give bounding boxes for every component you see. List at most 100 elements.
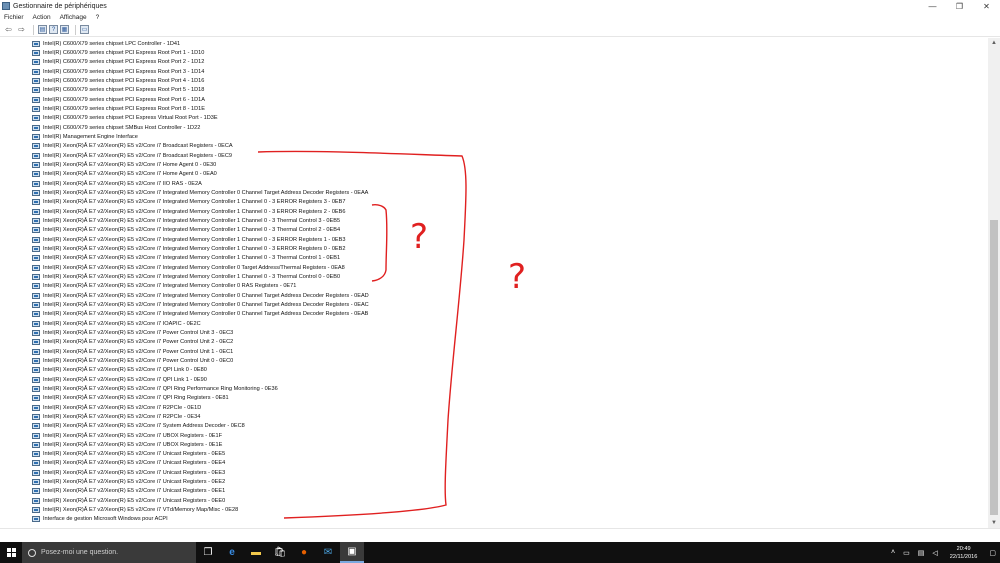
notifications-icon[interactable]: ▢ xyxy=(989,549,996,557)
device-row[interactable]: Intel(R) Xeon(R)Â E7 v2/Xeon(R) E5 v2/Co… xyxy=(32,487,225,496)
device-row[interactable]: Intel(R) Xeon(R)Â E7 v2/Xeon(R) E5 v2/Co… xyxy=(32,375,207,384)
system-tray: ˄ ▭ ▤ ◁ 20:49 22/11/2016 ▢ xyxy=(887,542,1000,563)
device-row[interactable]: Intel(R) Xeon(R)Â E7 v2/Xeon(R) E5 v2/Co… xyxy=(32,356,233,365)
minimize-button[interactable]: — xyxy=(919,0,946,12)
device-row[interactable]: Intel(R) Xeon(R)Â E7 v2/Xeon(R) E5 v2/Co… xyxy=(32,300,369,309)
device-row[interactable]: Intel(R) Xeon(R)Â E7 v2/Xeon(R) E5 v2/Co… xyxy=(32,160,216,169)
device-row[interactable]: Intel(R) C600/X79 series chipset PCI Exp… xyxy=(32,67,204,76)
device-row[interactable]: Intel(R) Xeon(R)Â E7 v2/Xeon(R) E5 v2/Co… xyxy=(32,347,233,356)
clock[interactable]: 20:49 22/11/2016 xyxy=(950,545,978,561)
device-label: Intel(R) Xeon(R)Â E7 v2/Xeon(R) E5 v2/Co… xyxy=(43,161,217,168)
help-icon[interactable]: ? xyxy=(49,25,58,34)
mail-icon[interactable]: ✉ xyxy=(316,542,340,563)
system-device-icon xyxy=(32,105,40,112)
vertical-scrollbar[interactable]: ▲ ▼ xyxy=(988,38,1000,528)
firefox-icon[interactable]: ● xyxy=(292,542,316,563)
device-row[interactable]: Intel(R) Xeon(R)Â E7 v2/Xeon(R) E5 v2/Co… xyxy=(32,291,369,300)
system-device-icon xyxy=(32,479,40,486)
device-row[interactable]: Intel(R) Xeon(R)Â E7 v2/Xeon(R) E5 v2/Co… xyxy=(32,226,340,235)
device-row[interactable]: Intel(R) Xeon(R)Â E7 v2/Xeon(R) E5 v2/Co… xyxy=(32,496,225,505)
device-label: Intel(R) Xeon(R)Â E7 v2/Xeon(R) E5 v2/Co… xyxy=(43,497,226,504)
menu-help[interactable]: ? xyxy=(96,14,100,21)
system-device-icon xyxy=(32,357,40,364)
device-row[interactable]: Intel(R) Xeon(R)Â E7 v2/Xeon(R) E5 v2/Co… xyxy=(32,282,296,291)
device-row[interactable]: Intel(R) C600/X79 series chipset PCI Exp… xyxy=(32,58,204,67)
back-arrow-icon[interactable]: ⇦ xyxy=(3,25,14,35)
device-row[interactable]: Intel(R) C600/X79 series chipset PCI Exp… xyxy=(32,48,204,57)
device-row[interactable]: Intel(R) C600/X79 series chipset PCI Exp… xyxy=(32,114,218,123)
menu-affichage[interactable]: Affichage xyxy=(60,14,87,21)
device-row[interactable]: Intel(R) Xeon(R)Â E7 v2/Xeon(R) E5 v2/Co… xyxy=(32,188,368,197)
task-view-icon[interactable]: ❐ xyxy=(196,542,220,563)
device-manager-icon xyxy=(2,2,10,10)
device-row[interactable]: Intel(R) Xeon(R)Â E7 v2/Xeon(R) E5 v2/Co… xyxy=(32,170,217,179)
device-row[interactable]: Intel(R) Xeon(R)Â E7 v2/Xeon(R) E5 v2/Co… xyxy=(32,459,225,468)
forward-arrow-icon[interactable]: ⇨ xyxy=(16,25,27,35)
device-row[interactable]: Intel(R) Xeon(R)Â E7 v2/Xeon(R) E5 v2/Co… xyxy=(32,394,229,403)
device-row[interactable]: Intel(R) Xeon(R)Â E7 v2/Xeon(R) E5 v2/Co… xyxy=(32,263,345,272)
network-icon[interactable]: ▤ xyxy=(918,549,925,557)
device-label: Intel(R) Xeon(R)Â E7 v2/Xeon(R) E5 v2/Co… xyxy=(43,245,346,252)
device-row[interactable]: Intel(R) Xeon(R)Â E7 v2/Xeon(R) E5 v2/Co… xyxy=(32,216,340,225)
clock-date: 22/11/2016 xyxy=(949,553,978,560)
menu-fichier[interactable]: Fichier xyxy=(4,14,24,21)
menu-action[interactable]: Action xyxy=(33,14,51,21)
device-row[interactable]: Intel(R) Xeon(R)Â E7 v2/Xeon(R) E5 v2/Co… xyxy=(32,468,225,477)
device-row[interactable]: Intel(R) Xeon(R)Â E7 v2/Xeon(R) E5 v2/Co… xyxy=(32,440,222,449)
maximize-button[interactable]: ❐ xyxy=(946,0,973,12)
device-row[interactable]: Intel(R) Xeon(R)Â E7 v2/Xeon(R) E5 v2/Co… xyxy=(32,319,201,328)
device-row[interactable]: Intel(R) Xeon(R)Â E7 v2/Xeon(R) E5 v2/Co… xyxy=(32,244,346,253)
device-row[interactable]: Intel(R) Xeon(R)Â E7 v2/Xeon(R) E5 v2/Co… xyxy=(32,338,233,347)
device-row[interactable]: Intel(R) Xeon(R)Â E7 v2/Xeon(R) E5 v2/Co… xyxy=(32,310,368,319)
device-row[interactable]: Intel(R) Xeon(R)Â E7 v2/Xeon(R) E5 v2/Co… xyxy=(32,235,346,244)
device-row[interactable]: Intel(R) C600/X79 series chipset PCI Exp… xyxy=(32,86,204,95)
system-device-icon xyxy=(32,96,40,103)
device-label: Intel(R) Xeon(R)Â E7 v2/Xeon(R) E5 v2/Co… xyxy=(43,423,245,430)
device-row[interactable]: Intel(R) Xeon(R)Â E7 v2/Xeon(R) E5 v2/Co… xyxy=(32,151,232,160)
scroll-down-icon[interactable]: ▼ xyxy=(988,518,1000,528)
device-row[interactable]: Intel(R) Xeon(R)Â E7 v2/Xeon(R) E5 v2/Co… xyxy=(32,272,340,281)
device-label: Intel(R) C600/X79 series chipset PCI Exp… xyxy=(43,68,205,75)
device-row[interactable]: Intel(R) Xeon(R)Â E7 v2/Xeon(R) E5 v2/Co… xyxy=(32,207,346,216)
device-row[interactable]: Intel(R) Xeon(R)Â E7 v2/Xeon(R) E5 v2/Co… xyxy=(32,506,238,515)
device-row[interactable]: Intel(R) Xeon(R)Â E7 v2/Xeon(R) E5 v2/Co… xyxy=(32,403,201,412)
device-row[interactable]: Intel(R) C600/X79 series chipset PCI Exp… xyxy=(32,76,204,85)
close-button[interactable]: ✕ xyxy=(973,0,1000,12)
device-row[interactable]: Intel(R) Xeon(R)Â E7 v2/Xeon(R) E5 v2/Co… xyxy=(32,328,233,337)
device-row[interactable]: Intel(R) Xeon(R)Â E7 v2/Xeon(R) E5 v2/Co… xyxy=(32,412,200,421)
device-row[interactable]: Interface de gestion Microsoft Windows p… xyxy=(32,515,168,524)
properties-icon[interactable]: ▤ xyxy=(38,25,47,34)
device-row[interactable]: Intel(R) Xeon(R)Â E7 v2/Xeon(R) E5 v2/Co… xyxy=(32,254,340,263)
device-row[interactable]: Intel(R) Xeon(R)Â E7 v2/Xeon(R) E5 v2/Co… xyxy=(32,384,278,393)
device-row[interactable]: Intel(R) Management Engine Interface xyxy=(32,132,138,141)
device-row[interactable]: Intel(R) Xeon(R)Â E7 v2/Xeon(R) E5 v2/Co… xyxy=(32,422,245,431)
device-row[interactable]: Intel(R) C600/X79 series chipset PCI Exp… xyxy=(32,104,205,113)
update-driver-icon[interactable]: ▦ xyxy=(60,25,69,34)
device-row[interactable]: Intel(R) Xeon(R)Â E7 v2/Xeon(R) E5 v2/Co… xyxy=(32,366,207,375)
system-device-icon xyxy=(32,49,40,56)
power-icon[interactable]: ▭ xyxy=(903,549,910,557)
system-device-icon xyxy=(32,124,40,131)
edge-browser-icon[interactable]: e xyxy=(220,542,244,563)
device-row[interactable]: Intel(R) Xeon(R)Â E7 v2/Xeon(R) E5 v2/Co… xyxy=(32,431,222,440)
device-row[interactable]: Intel(R) C600/X79 series chipset PCI Exp… xyxy=(32,95,205,104)
device-row[interactable]: Intel(R) Xeon(R)Â E7 v2/Xeon(R) E5 v2/Co… xyxy=(32,142,233,151)
device-manager-taskbar-icon[interactable]: ▣ xyxy=(340,542,364,563)
device-row[interactable]: Intel(R) Xeon(R)Â E7 v2/Xeon(R) E5 v2/Co… xyxy=(32,179,202,188)
device-row[interactable]: Intel(R) Xeon(R)Â E7 v2/Xeon(R) E5 v2/Co… xyxy=(32,198,346,207)
device-row[interactable]: Intel(R) C600/X79 series chipset SMBus H… xyxy=(32,123,200,132)
device-row[interactable]: Intel(R) Xeon(R)Â E7 v2/Xeon(R) E5 v2/Co… xyxy=(32,478,225,487)
device-row[interactable]: Intel(R) Xeon(R)Â E7 v2/Xeon(R) E5 v2/Co… xyxy=(32,450,225,459)
store-icon[interactable]: 🛍 xyxy=(268,542,292,563)
file-explorer-icon[interactable]: ▬ xyxy=(244,542,268,563)
cortana-search-box[interactable]: Posez-moi une question. xyxy=(22,542,196,563)
volume-icon[interactable]: ◁ xyxy=(932,549,937,557)
system-device-icon xyxy=(32,180,40,187)
device-label: Intel(R) Xeon(R)Â E7 v2/Xeon(R) E5 v2/Co… xyxy=(43,357,234,364)
show-hidden-icons-icon[interactable]: ˄ xyxy=(891,549,895,556)
scan-hardware-icon[interactable]: ▭ xyxy=(80,25,89,34)
start-button[interactable] xyxy=(0,542,22,563)
scrollbar-thumb[interactable] xyxy=(990,220,998,515)
scroll-up-icon[interactable]: ▲ xyxy=(988,38,1000,48)
device-row[interactable]: Intel(R) C600/X79 series chipset LPC Con… xyxy=(32,39,180,48)
